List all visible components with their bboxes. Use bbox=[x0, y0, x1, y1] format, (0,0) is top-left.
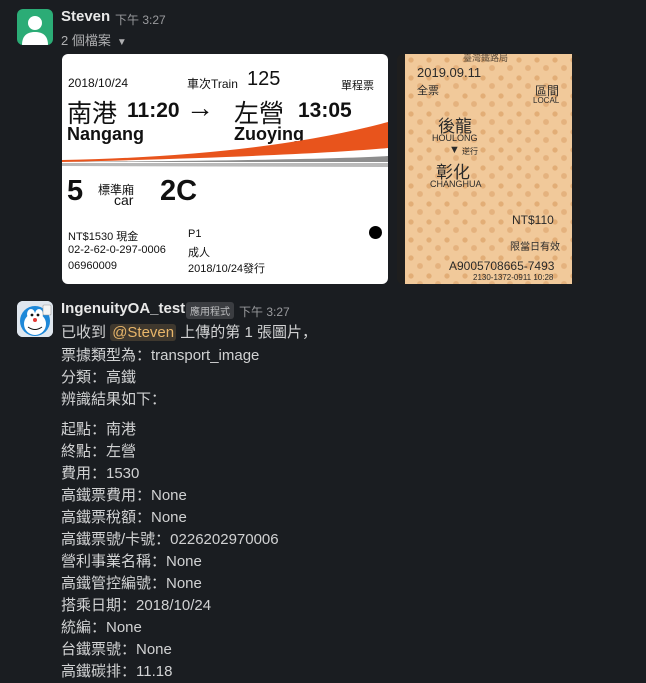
message-timestamp[interactable]: 下午 3:27 bbox=[115, 11, 166, 28]
hsr-car-en: car bbox=[114, 192, 134, 208]
result-line: 統編：None bbox=[61, 619, 142, 636]
result-line: 高鐵碳排：11.18 bbox=[61, 663, 173, 680]
hsr-car-number: 5 bbox=[67, 175, 84, 207]
files-collapse-toggle[interactable]: 2 個檔案 ▼ bbox=[61, 30, 127, 49]
hsr-ticket-image[interactable]: 2018/10/24 車次Train 125 單程票 南港 11:20 → 左營… bbox=[62, 54, 388, 284]
result-line: 台鐵票號：None bbox=[61, 641, 172, 658]
user-mention[interactable]: @Steven bbox=[110, 324, 177, 341]
tra-ticket-paper: 臺灣鐵路局 2019.09.11 全票 區間 LOCAL 後龍 HOULONG … bbox=[405, 54, 572, 284]
tra-fare-type: 全票 bbox=[417, 85, 439, 97]
result-line: 高鐵管控編號：None bbox=[61, 575, 202, 592]
result-line: 起點：南港 bbox=[61, 421, 137, 438]
hsr-brand-stripe bbox=[62, 122, 388, 167]
tra-zone-en: LOCAL bbox=[533, 96, 560, 105]
message-steven: Steven 下午 3:27 2 個檔案 ▼ 2018/10/24 車次Train… bbox=[0, 0, 646, 290]
message-line: 票據類型為：transport_image bbox=[61, 347, 260, 364]
app-badge: 應用程式 bbox=[186, 302, 234, 319]
hsr-p-code: P1 bbox=[188, 228, 202, 240]
result-line: 營利事業名稱：None bbox=[61, 553, 202, 570]
chevron-down-icon: ▼ bbox=[116, 37, 127, 48]
files-count-label: 2 個檔案 bbox=[61, 33, 111, 48]
tra-issuer: 臺灣鐵路局 bbox=[463, 54, 509, 63]
hsr-issue-date: 2018/10/24發行 bbox=[188, 263, 266, 275]
steven-avatar[interactable] bbox=[17, 9, 53, 45]
intro-prefix: 已收到 bbox=[61, 324, 107, 341]
bot-avatar[interactable] bbox=[17, 301, 53, 337]
tra-destination-en: CHANGHUA bbox=[430, 179, 482, 189]
robot-cat-icon bbox=[17, 301, 53, 337]
hsr-passenger-type: 成人 bbox=[188, 247, 210, 259]
hsr-date: 2018/10/24 bbox=[68, 76, 129, 90]
hsr-seat: 2C bbox=[160, 175, 198, 207]
hsr-train-number: 125 bbox=[247, 68, 281, 90]
result-line: 搭乘日期：2018/10/24 bbox=[61, 597, 212, 614]
tra-price: NT$110 bbox=[512, 213, 554, 227]
hsr-price: NT$1530 現金 bbox=[68, 231, 139, 243]
triangle-down-icon: ▼ bbox=[449, 144, 460, 156]
tra-direction: 逆行 bbox=[462, 147, 478, 156]
bot-message-timestamp[interactable]: 下午 3:27 bbox=[239, 303, 290, 320]
hsr-ticket-number: 02-2-62-0-297-0006 bbox=[68, 244, 166, 256]
sender-name[interactable]: Steven bbox=[61, 8, 110, 25]
bot-intro-line: 已收到 @Steven 上傳的第 1 張圖片， bbox=[61, 321, 317, 342]
result-line: 終點：左營 bbox=[61, 443, 137, 460]
message-line: 分類：高鐵 bbox=[61, 369, 137, 386]
hsr-serial: 06960009 bbox=[68, 260, 117, 272]
bot-sender-name[interactable]: IngenuityOA_test bbox=[61, 300, 185, 317]
hsr-train-label: 車次Train bbox=[187, 77, 238, 91]
tra-origin-en: HOULONG bbox=[432, 133, 478, 143]
result-line: 高鐵票費用：None bbox=[61, 487, 187, 504]
result-line: 高鐵票號/卡號：0226202970006 bbox=[61, 531, 279, 548]
tra-code: 2130-1372-0911 10:28 bbox=[473, 273, 554, 282]
hsr-punch-hole bbox=[369, 226, 382, 239]
tra-ticket-image[interactable]: 臺灣鐵路局 2019.09.11 全票 區間 LOCAL 後龍 HOULONG … bbox=[397, 54, 580, 284]
tra-date: 2019.09.11 bbox=[417, 65, 482, 80]
tra-validity: 限當日有效 bbox=[510, 242, 560, 253]
tra-serial: A9005708665-7493 bbox=[449, 259, 555, 273]
hsr-ticket-type: 單程票 bbox=[341, 80, 374, 92]
user-silhouette-icon bbox=[22, 16, 48, 45]
result-line: 高鐵票稅額：None bbox=[61, 509, 187, 526]
message-line: 辨識結果如下： bbox=[61, 391, 167, 408]
intro-suffix: 上傳的第 1 張圖片， bbox=[180, 324, 317, 341]
result-line: 費用：1530 bbox=[61, 465, 140, 482]
